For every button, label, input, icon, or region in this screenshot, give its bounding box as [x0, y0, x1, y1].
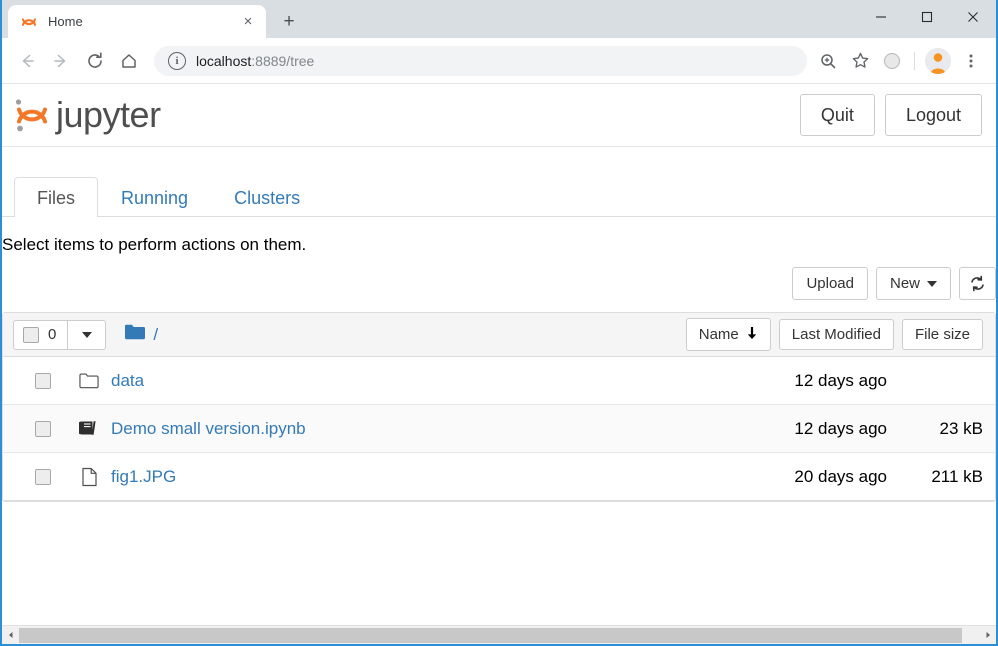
- refresh-button[interactable]: [959, 267, 996, 300]
- maximize-window-button[interactable]: [904, 0, 950, 34]
- browser-tab-home[interactable]: Home ×: [8, 5, 266, 38]
- new-button-label: New: [889, 275, 920, 292]
- sort-buttons: Name Last Modified File size: [685, 318, 983, 351]
- folder-icon: [124, 323, 146, 346]
- new-tab-button[interactable]: +: [274, 6, 304, 36]
- file-name-link[interactable]: Demo small version.ipynb: [111, 419, 306, 439]
- omnibox-actions: [813, 46, 986, 76]
- jupyter-tab-bar: Files Running Clusters: [2, 171, 996, 217]
- notebook-icon: [79, 419, 99, 439]
- sort-by-name[interactable]: Name: [685, 318, 771, 351]
- url-input[interactable]: i localhost:8889/tree: [154, 45, 807, 76]
- tab-clusters[interactable]: Clusters: [211, 177, 323, 217]
- browser-titlebar: Home × +: [2, 0, 996, 38]
- refresh-icon: [971, 275, 984, 292]
- caret-down-icon: [927, 281, 937, 288]
- file-name-link[interactable]: data: [111, 371, 144, 391]
- scroll-left-arrow-icon[interactable]: [2, 627, 19, 644]
- scrollbar-thumb[interactable]: [19, 627, 962, 643]
- file-size: 211 kB: [931, 466, 983, 486]
- jupyter-logo-icon: [10, 93, 54, 137]
- breadcrumb: /: [124, 323, 158, 346]
- file-list: 0 / Name Last Modified File size data 12…: [2, 312, 996, 502]
- close-tab-icon[interactable]: ×: [238, 12, 258, 32]
- extension-icon[interactable]: [877, 46, 907, 76]
- select-all-checkbox[interactable]: [23, 326, 39, 343]
- select-all-checkbox-wrapper[interactable]: 0: [13, 319, 69, 350]
- jupyter-favicon-icon: [20, 13, 38, 31]
- logout-button[interactable]: Logout: [884, 94, 982, 136]
- quit-button[interactable]: Quit: [799, 94, 875, 136]
- jupyter-page: jupyter Quit Logout Files Running Cluste…: [2, 84, 996, 644]
- jupyter-logo-text: jupyter: [56, 94, 161, 135]
- jupyter-header: jupyter Quit Logout: [2, 84, 996, 147]
- breadcrumb-root[interactable]: /: [153, 325, 158, 345]
- table-row[interactable]: fig1.JPG 20 days ago 211 kB: [3, 453, 995, 501]
- select-all-group: 0: [13, 319, 107, 350]
- tab-running[interactable]: Running: [98, 177, 211, 217]
- browser-tab-title: Home: [48, 14, 83, 29]
- file-modified: 12 days ago: [794, 418, 887, 438]
- reload-button[interactable]: [78, 44, 112, 78]
- profile-avatar-icon[interactable]: [925, 47, 951, 74]
- sort-by-file-size[interactable]: File size: [901, 319, 983, 350]
- forward-button[interactable]: [44, 44, 78, 78]
- select-items-message: Select items to perform actions on them.: [2, 235, 307, 254]
- tab-files[interactable]: Files: [14, 177, 99, 217]
- url-text: localhost:8889/tree: [196, 53, 314, 69]
- file-modified: 20 days ago: [794, 466, 887, 486]
- sort-by-name-label: Name: [698, 326, 739, 343]
- table-row[interactable]: data 12 days ago: [3, 357, 995, 405]
- row-checkbox[interactable]: [35, 420, 51, 437]
- home-button[interactable]: [112, 44, 146, 78]
- folder-outline-icon: [79, 371, 99, 391]
- file-actions-row: Upload New: [2, 255, 996, 312]
- omnibox-divider: [914, 51, 915, 70]
- browser-window: Home × + i localhost:8889/tree jupyter Q…: [0, 0, 998, 646]
- file-size: 23 kB: [939, 418, 983, 438]
- selected-count: 0: [48, 326, 57, 343]
- header-buttons: Quit Logout: [799, 94, 982, 136]
- url-path: :8889/tree: [251, 52, 315, 69]
- jupyter-logo[interactable]: jupyter: [10, 93, 800, 137]
- file-icon: [79, 467, 99, 487]
- scrollbar-track[interactable]: [19, 626, 979, 644]
- scroll-right-arrow-icon[interactable]: [979, 627, 996, 644]
- bookmark-star-icon[interactable]: [845, 46, 875, 76]
- chevron-down-icon: [81, 331, 92, 338]
- table-row[interactable]: Demo small version.ipynb 12 days ago 23 …: [3, 405, 995, 453]
- sort-by-last-modified[interactable]: Last Modified: [778, 319, 894, 350]
- upload-button[interactable]: Upload: [792, 267, 868, 300]
- url-host: localhost: [196, 52, 252, 69]
- zoom-icon[interactable]: [813, 46, 843, 76]
- minimize-window-button[interactable]: [858, 0, 904, 34]
- selection-dropdown-button[interactable]: [68, 319, 107, 350]
- site-info-icon[interactable]: i: [168, 51, 186, 70]
- more-menu-icon[interactable]: [956, 46, 986, 76]
- new-button[interactable]: New: [875, 267, 951, 300]
- sort-descending-icon: [746, 326, 758, 343]
- horizontal-scrollbar[interactable]: [2, 625, 996, 644]
- row-checkbox[interactable]: [35, 468, 51, 485]
- close-window-button[interactable]: [950, 0, 996, 34]
- back-button[interactable]: [10, 44, 44, 78]
- browser-address-bar: i localhost:8889/tree: [2, 38, 996, 84]
- file-name-link[interactable]: fig1.JPG: [111, 467, 176, 487]
- file-modified: 12 days ago: [794, 370, 887, 390]
- file-list-toolbar: 0 / Name Last Modified File size: [3, 313, 995, 357]
- window-controls: [858, 0, 996, 34]
- row-checkbox[interactable]: [35, 372, 51, 389]
